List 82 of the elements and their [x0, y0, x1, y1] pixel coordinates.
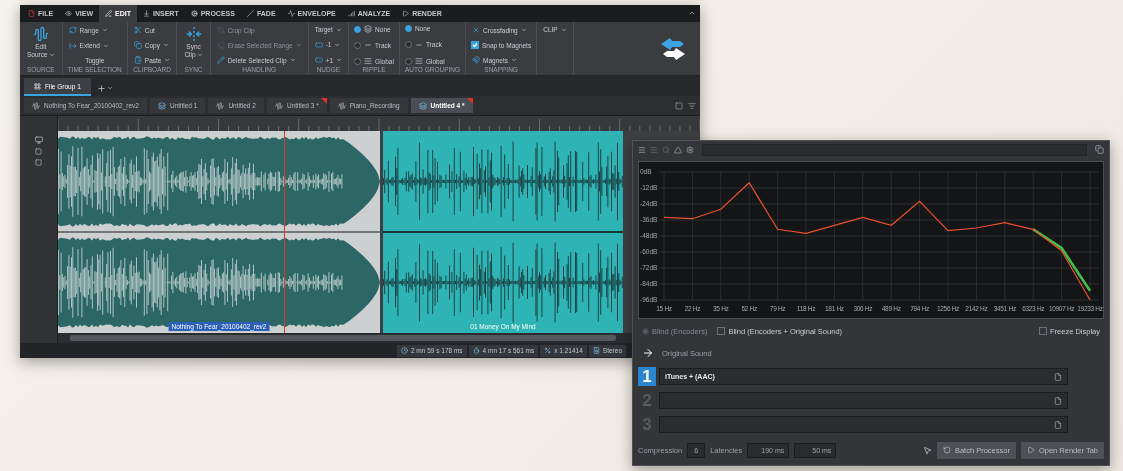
magnet-icon	[472, 56, 481, 64]
slash-icon	[246, 10, 254, 17]
waveform-icon	[337, 101, 346, 110]
file-icon	[28, 10, 35, 17]
encoder-field[interactable]	[659, 416, 1068, 433]
caret-icon	[289, 57, 296, 63]
caret-icon	[101, 27, 108, 33]
list-icon	[688, 101, 696, 110]
radio-button[interactable]	[354, 41, 362, 49]
envelope-curve-icon	[287, 10, 295, 17]
arrow-right-icon	[642, 347, 654, 359]
extend-arrow-icon	[68, 41, 77, 50]
radio-button[interactable]	[354, 25, 362, 33]
pointer-icon	[922, 445, 932, 455]
lines-icon	[650, 145, 658, 154]
scissors-icon	[133, 26, 142, 34]
chevron-up-icon	[688, 9, 696, 17]
rotate-icon	[942, 446, 951, 454]
pencil-icon	[216, 56, 225, 64]
paste-icon	[133, 56, 142, 64]
menu-icon	[638, 145, 646, 154]
plus-icon	[96, 83, 106, 93]
checkbox[interactable]	[471, 41, 480, 49]
layers-icon	[157, 101, 166, 110]
eye-icon	[65, 10, 73, 17]
cog-icon	[190, 10, 198, 17]
checkbox[interactable]	[717, 327, 726, 335]
play-icon	[1026, 446, 1035, 454]
logo-icon	[660, 36, 686, 61]
cycle-arrows-icon	[68, 26, 77, 34]
modified-marker	[466, 98, 473, 104]
file-icon	[1054, 396, 1062, 405]
pen-icon	[105, 10, 113, 17]
percent-icon	[544, 347, 552, 354]
sync-arrows-icon	[185, 26, 202, 42]
layers-icon	[364, 25, 373, 33]
lines-icon	[364, 57, 373, 65]
layers-icon	[418, 101, 427, 110]
caret-icon	[164, 57, 171, 63]
checkbox[interactable]	[1038, 327, 1047, 335]
radio-button[interactable]	[404, 57, 412, 65]
waveform-icon	[32, 26, 49, 42]
search-icon	[662, 145, 670, 154]
square-icon	[675, 101, 683, 110]
encoder-field[interactable]	[659, 392, 1068, 409]
insert-arrow-icon	[143, 10, 150, 17]
caret-icon	[334, 41, 341, 48]
file-icon	[1054, 372, 1062, 381]
copy-icon	[1095, 145, 1104, 154]
caret-icon	[196, 51, 203, 58]
caret-icon	[560, 26, 567, 33]
caret-icon	[106, 85, 113, 91]
settings-icon	[686, 145, 694, 154]
radio-button[interactable]	[404, 25, 412, 32]
triangle-icon	[674, 145, 682, 154]
file-icon	[1054, 420, 1062, 429]
lines-icon	[414, 57, 423, 65]
slot-number[interactable]: 1	[638, 367, 656, 386]
caret-icon	[510, 57, 517, 63]
caret-icon	[335, 26, 342, 33]
radio-button[interactable]	[354, 57, 362, 65]
radio-button[interactable]	[404, 41, 412, 48]
caret-icon	[520, 27, 527, 33]
speaker-icon	[592, 347, 600, 354]
waveform-icon	[216, 101, 225, 110]
grid-icon	[34, 82, 41, 90]
waveform-icon	[32, 101, 40, 110]
caret-icon	[336, 57, 343, 63]
caret-icon	[102, 42, 109, 49]
eraser-icon	[216, 41, 225, 49]
waveform-icon	[274, 101, 283, 110]
line-icon	[364, 41, 373, 49]
caret-icon	[48, 51, 55, 58]
timer-icon	[472, 347, 480, 354]
caret-icon	[295, 42, 302, 48]
play-icon	[402, 10, 410, 17]
bars-icon	[347, 10, 355, 17]
clock-icon	[400, 347, 408, 354]
monitor-icon	[34, 136, 43, 144]
caret-icon	[163, 42, 169, 48]
copy-icon	[133, 41, 142, 49]
crossfade-icon	[472, 26, 481, 34]
